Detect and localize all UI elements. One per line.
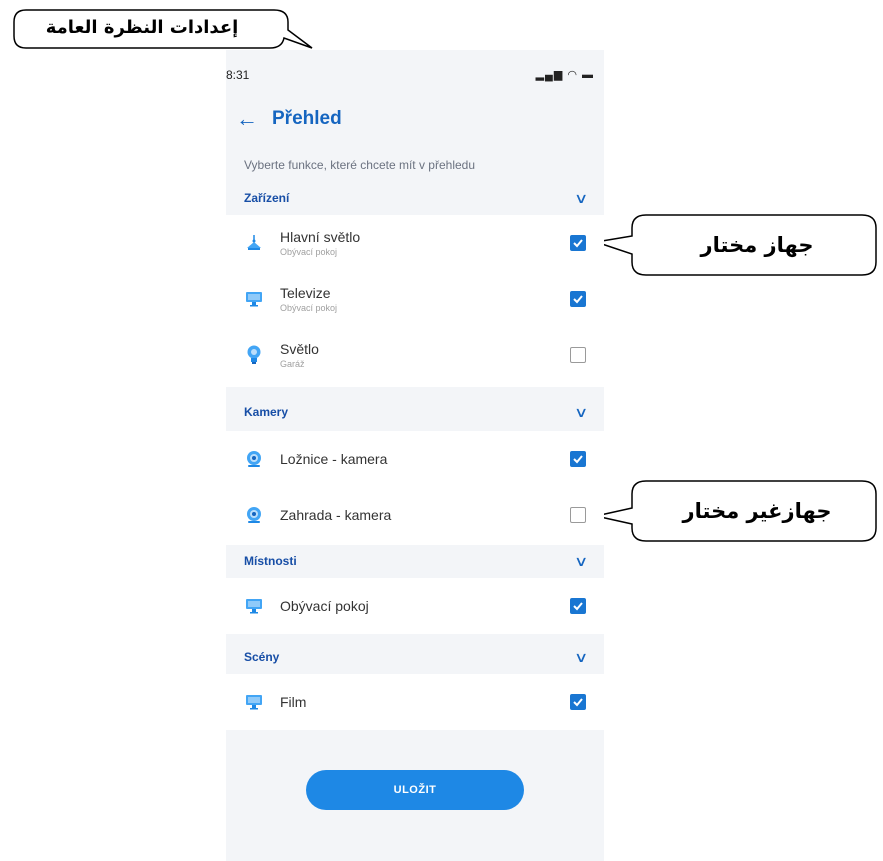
list-item[interactable]: Televize Obývací pokoj [226, 271, 604, 327]
item-name: Hlavní světlo [280, 229, 361, 245]
bulb-icon [244, 345, 264, 365]
chevron-down-icon[interactable]: ∨ [574, 649, 588, 666]
camera-icon [244, 449, 264, 469]
callout-text: إعدادات النظرة العامة [45, 17, 239, 38]
back-arrow-icon[interactable]: ← [236, 108, 258, 130]
save-button[interactable]: ULOŽIT [306, 770, 524, 810]
item-room: Obývací pokoj [280, 247, 338, 257]
checkbox[interactable] [570, 235, 586, 251]
monitor-icon [244, 692, 264, 712]
chevron-down-icon[interactable]: ∨ [574, 553, 588, 570]
item-name: Obývací pokoj [280, 598, 369, 614]
status-icons: ▂▄▆ ◠ ▬ [535, 69, 594, 81]
page-subtitle: Vyberte funkce, které chcete mít v přehl… [244, 158, 476, 172]
list-cameras: Ložnice - kamera Zahrada - kamera [226, 431, 604, 545]
callout-text: جهازغير مختار [682, 499, 832, 523]
item-name: Televize [280, 285, 331, 301]
section-title: Místnosti [244, 554, 297, 568]
list-item[interactable]: Obývací pokoj [226, 578, 604, 634]
status-bar: 8:31 ▂▄▆ ◠ ▬ [226, 68, 604, 88]
checkbox[interactable] [570, 507, 586, 523]
list-item[interactable]: Hlavní světlo Obývací pokoj [226, 215, 604, 271]
list-item[interactable]: Ložnice - kamera [226, 431, 604, 487]
section-title: Kamery [244, 405, 289, 419]
list-scenes: Film [226, 674, 604, 730]
checkbox[interactable] [570, 291, 586, 307]
monitor-icon [244, 596, 264, 616]
item-room: Garáž [280, 359, 305, 369]
section-header-scenes[interactable]: Scény ∨ [226, 640, 604, 674]
checkbox[interactable] [570, 598, 586, 614]
list-devices: Hlavní světlo Obývací pokoj Televize Obý… [226, 215, 604, 387]
checkbox[interactable] [570, 347, 586, 363]
list-item[interactable]: Světlo Garáž [226, 327, 604, 383]
section-header-cameras[interactable]: Kamery ∨ [226, 395, 604, 429]
callout-selected-device: جهاز مختار [594, 212, 880, 278]
item-name: Světlo [280, 341, 319, 357]
app-bar: ← Přehled [236, 104, 342, 134]
section-title: Scény [244, 650, 280, 664]
item-name: Film [280, 694, 307, 710]
ceiling-lamp-icon [244, 233, 264, 253]
callout-text: جهاز مختار [700, 233, 814, 257]
callout-unselected-device: جهازغير مختار [594, 478, 880, 544]
item-name: Ložnice - kamera [280, 451, 388, 467]
list-item[interactable]: Film [226, 674, 604, 730]
monitor-icon [244, 289, 264, 309]
phone-screen: 8:31 ▂▄▆ ◠ ▬ ← Přehled Vyberte funkce, k… [226, 50, 604, 861]
page-title: Přehled [272, 108, 342, 129]
section-title: Zařízení [244, 191, 290, 205]
checkbox[interactable] [570, 694, 586, 710]
item-room: Obývací pokoj [280, 303, 338, 313]
list-rooms: Obývací pokoj [226, 578, 604, 634]
section-header-devices[interactable]: Zařízení ∨ [226, 181, 604, 215]
list-item[interactable]: Zahrada - kamera [226, 487, 604, 543]
camera-icon [244, 505, 264, 525]
chevron-down-icon[interactable]: ∨ [574, 404, 588, 421]
chevron-down-icon[interactable]: ∨ [574, 190, 588, 207]
item-name: Zahrada - kamera [280, 507, 392, 523]
section-header-rooms[interactable]: Místnosti ∨ [226, 544, 604, 578]
checkbox[interactable] [570, 451, 586, 467]
status-time: 8:31 [226, 68, 250, 82]
